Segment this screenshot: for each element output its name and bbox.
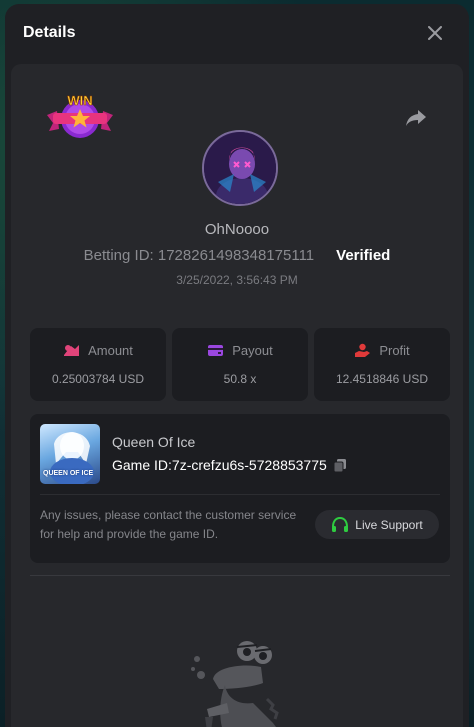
stat-label-profit: Profit bbox=[379, 343, 410, 358]
live-support-button[interactable]: Live Support bbox=[315, 510, 439, 539]
stat-label-amount: Amount bbox=[88, 343, 133, 358]
win-badge-icon: WIN bbox=[47, 93, 113, 138]
game-thumbnail-title: QUEEN OF ICE bbox=[43, 470, 94, 477]
modal-title: Details bbox=[23, 24, 76, 41]
game-id: Game ID:7z-crefzu6s-5728853775 bbox=[112, 457, 327, 473]
stat-value-profit: 12.4518846 USD bbox=[335, 372, 429, 386]
support-help-text: Any issues, please contact the customer … bbox=[40, 508, 297, 541]
game-id-row: Game ID:7z-crefzu6s-5728853775 bbox=[112, 457, 347, 473]
profit-hand-icon bbox=[355, 343, 371, 357]
stats-row: Amount 0.25003784 USD Payout 50.8 x Prof… bbox=[30, 328, 450, 401]
stat-value-amount: 0.25003784 USD bbox=[51, 372, 145, 386]
stat-card-profit: Profit 12.4518846 USD bbox=[314, 328, 450, 401]
avatar-image bbox=[204, 132, 276, 204]
wallet-icon bbox=[208, 345, 224, 356]
bet-timestamp: 3/25/2022, 3:56:43 PM bbox=[176, 273, 298, 287]
game-name[interactable]: Queen Of Ice bbox=[112, 434, 195, 450]
stat-label-payout: Payout bbox=[232, 343, 273, 358]
copy-icon[interactable] bbox=[333, 458, 347, 473]
stat-value-payout: 50.8 x bbox=[223, 372, 257, 386]
headset-icon bbox=[332, 516, 349, 532]
close-icon bbox=[428, 26, 442, 40]
verified-label[interactable]: Verified bbox=[336, 247, 390, 264]
win-badge-label: WIN bbox=[67, 93, 92, 108]
live-support-label: Live Support bbox=[355, 517, 423, 532]
section-divider bbox=[30, 575, 450, 576]
betting-id-row: Betting ID: 1728261498348175111 Verified bbox=[11, 247, 463, 264]
bet-details-panel: WIN OhNoooo Betting ID: 1728261498348175… bbox=[11, 64, 463, 727]
amount-icon bbox=[64, 345, 80, 356]
stat-card-payout: Payout 50.8 x bbox=[172, 328, 308, 401]
game-thumbnail[interactable]: QUEEN OF ICE bbox=[40, 424, 100, 484]
username: OhNoooo bbox=[204, 221, 270, 238]
share-icon[interactable] bbox=[405, 106, 427, 128]
close-button[interactable] bbox=[425, 23, 445, 43]
game-card-divider bbox=[40, 494, 440, 495]
betting-id: Betting ID: 1728261498348175111 bbox=[83, 247, 315, 264]
details-modal: Details WIN OhNoooo Betting ID: 17282614… bbox=[5, 4, 469, 727]
stat-card-amount: Amount 0.25003784 USD bbox=[30, 328, 166, 401]
game-card: QUEEN OF ICE Queen Of Ice Game ID:7z-cre… bbox=[30, 414, 450, 563]
crocodile-mascot-icon bbox=[191, 641, 279, 727]
modal-header: Details bbox=[5, 4, 469, 62]
avatar bbox=[202, 130, 278, 206]
